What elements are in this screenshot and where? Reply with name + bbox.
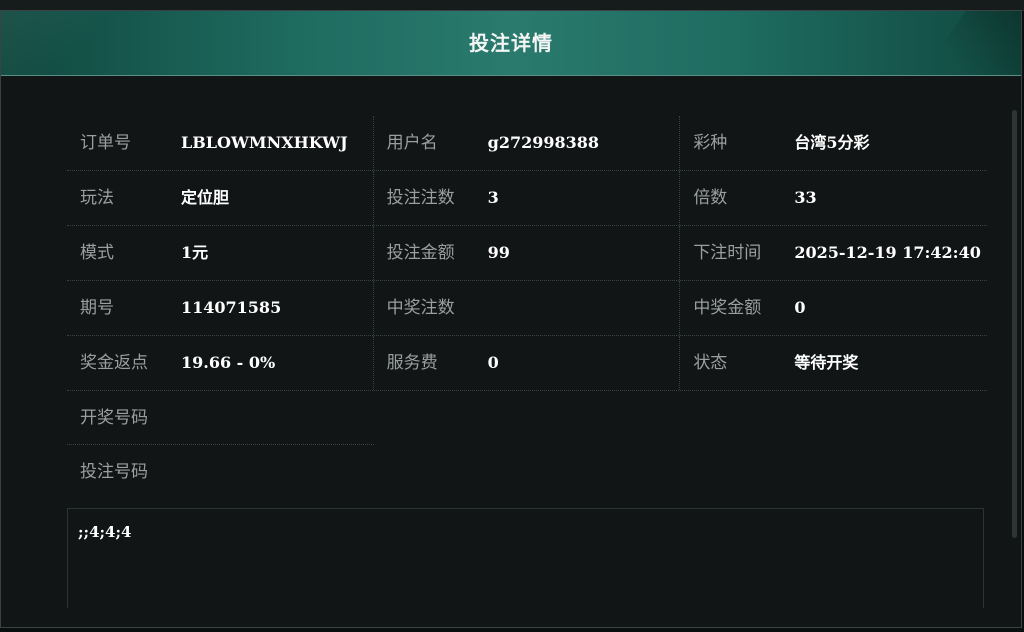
win-amount-label: 中奖金额 xyxy=(693,298,762,318)
bet-time-label: 下注时间 xyxy=(693,243,762,263)
win-amount-value: 0 xyxy=(794,298,806,317)
play-label: 玩法 xyxy=(80,188,114,208)
bet-time-value: 2025-12-19 17:42:40 xyxy=(794,243,981,262)
info-row: 投注号码 xyxy=(67,445,987,499)
order-no-value: LBLOWMNXHKWJ xyxy=(181,133,348,152)
bet-numbers-value: ;;4;4;4 xyxy=(78,523,132,541)
mode-label: 模式 xyxy=(80,243,114,263)
rebate-cell: 奖金返点 19.66 - 0% xyxy=(67,336,374,390)
bet-count-value: 3 xyxy=(487,188,499,207)
bet-count-cell: 投注注数 3 xyxy=(374,171,681,225)
multiple-value: 33 xyxy=(794,188,817,207)
bet-amount-label: 投注金额 xyxy=(386,243,455,263)
info-row: 订单号 LBLOWMNXHKWJ 用户名 g272998388 彩种 台湾5分彩 xyxy=(67,116,987,171)
lottery-cell: 彩种 台湾5分彩 xyxy=(680,116,987,170)
service-fee-cell: 服务费 0 xyxy=(374,336,681,390)
username-cell: 用户名 g272998388 xyxy=(374,116,681,170)
rebate-label: 奖金返点 xyxy=(80,353,148,373)
rebate-value: 19.66 - 0% xyxy=(181,353,276,372)
bet-count-label: 投注注数 xyxy=(386,188,455,208)
multiple-label: 倍数 xyxy=(693,188,728,208)
win-amount-cell: 中奖金额 0 xyxy=(680,281,987,335)
draw-numbers-label: 开奖号码 xyxy=(80,408,148,428)
order-no-label: 订单号 xyxy=(80,133,131,153)
lottery-label: 彩种 xyxy=(693,133,728,153)
bet-amount-cell: 投注金额 99 xyxy=(374,226,681,280)
bet-numbers-label: 投注号码 xyxy=(80,462,148,482)
multiple-cell: 倍数 33 xyxy=(680,171,987,225)
order-no-cell: 订单号 LBLOWMNXHKWJ xyxy=(67,116,374,170)
play-value: 定位胆 xyxy=(181,188,230,207)
service-fee-value: 0 xyxy=(487,353,499,372)
bet-amount-value: 99 xyxy=(487,243,510,262)
issue-cell: 期号 114071585 xyxy=(67,281,374,335)
mode-value: 1元 xyxy=(181,243,209,262)
mode-cell: 模式 1元 xyxy=(67,226,374,280)
scrollbar[interactable] xyxy=(1012,110,1017,538)
info-row: 模式 1元 投注金额 99 下注时间 2025-12-19 17:42:40 xyxy=(67,226,987,281)
bet-numbers-cell: 投注号码 xyxy=(67,445,374,499)
info-row: 奖金返点 19.66 - 0% 服务费 0 状态 等待开奖 xyxy=(67,336,987,391)
status-label: 状态 xyxy=(693,353,728,373)
info-row: 玩法 定位胆 投注注数 3 倍数 33 xyxy=(67,171,987,226)
username-value: g272998388 xyxy=(487,133,600,152)
win-count-label: 中奖注数 xyxy=(386,298,455,318)
dialog-header: 投注详情 xyxy=(1,11,1021,76)
bet-numbers-box[interactable]: ;;4;4;4 xyxy=(67,508,984,608)
info-row: 开奖号码 xyxy=(67,391,987,445)
draw-numbers-cell: 开奖号码 xyxy=(67,391,374,445)
play-cell: 玩法 定位胆 xyxy=(67,171,374,225)
win-count-cell: 中奖注数 xyxy=(374,281,681,335)
lottery-value: 台湾5分彩 xyxy=(794,133,870,152)
bet-time-cell: 下注时间 2025-12-19 17:42:40 xyxy=(680,226,987,280)
username-label: 用户名 xyxy=(386,133,438,153)
bet-info-grid: 订单号 LBLOWMNXHKWJ 用户名 g272998388 彩种 台湾5分彩… xyxy=(67,116,987,499)
status-cell: 状态 等待开奖 xyxy=(680,336,987,390)
service-fee-label: 服务费 xyxy=(386,353,438,373)
status-value: 等待开奖 xyxy=(794,353,859,372)
issue-value: 114071585 xyxy=(181,298,282,317)
issue-label: 期号 xyxy=(80,298,114,318)
info-row: 期号 114071585 中奖注数 中奖金额 0 xyxy=(67,281,987,336)
dialog-title: 投注详情 xyxy=(469,31,553,55)
